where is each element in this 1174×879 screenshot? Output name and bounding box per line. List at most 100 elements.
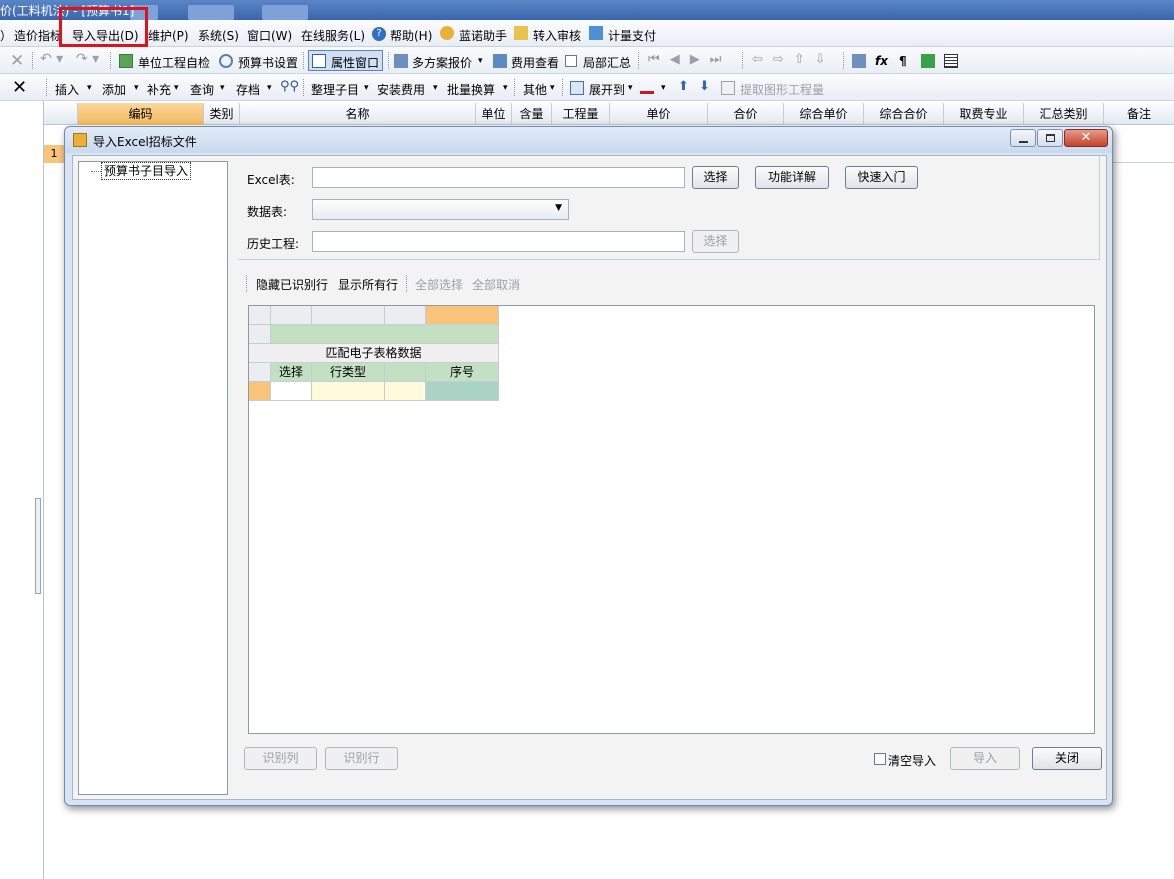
add-menu[interactable]: 添加 xyxy=(102,81,126,98)
col-composite-unit-price[interactable]: 综合单价 xyxy=(784,103,864,125)
arrow-up-icon[interactable]: ⬆ xyxy=(678,79,689,94)
col-name[interactable]: 名称 xyxy=(240,103,476,125)
supplement-menu[interactable]: 补充 xyxy=(147,81,171,98)
sheet-label: 数据表: xyxy=(247,205,288,219)
binoculars-icon[interactable]: ⚲⚲ xyxy=(280,79,299,94)
grid-title: 匹配电子表格数据 xyxy=(249,344,499,363)
cell-blank[interactable] xyxy=(385,382,426,401)
col-unit[interactable]: 单位 xyxy=(476,103,512,125)
batch-convert-menu[interactable]: 批量换算 xyxy=(447,81,495,98)
fee-view-button[interactable]: 费用查看 xyxy=(511,54,559,71)
dialog-title-bar[interactable]: 导入Excel招标文件 ✕ xyxy=(65,127,1112,153)
menu-item-assistant[interactable]: 蓝诺助手 xyxy=(459,27,507,44)
audit-icon xyxy=(514,26,528,40)
formula-icon[interactable]: fx xyxy=(875,54,888,68)
col-row-type[interactable]: 行类型 xyxy=(312,363,385,382)
col-fee-specialty[interactable]: 取费专业 xyxy=(944,103,1024,125)
select-all-button[interactable]: 全部选择 xyxy=(415,276,463,293)
menu-item-system[interactable]: 系统(S) xyxy=(198,27,239,44)
history-select-button[interactable]: 选择 xyxy=(692,230,739,253)
quick-start-button[interactable]: 快速入门 xyxy=(845,166,918,189)
maximize-button[interactable] xyxy=(1037,129,1063,147)
cube-icon[interactable] xyxy=(921,54,935,68)
calculator-icon[interactable] xyxy=(852,54,866,68)
close-icon[interactable]: ✕ xyxy=(12,77,27,98)
tree-expand-icon xyxy=(570,81,584,95)
unit-self-check-button[interactable]: 单位工程自检 xyxy=(138,54,210,71)
cell-serial[interactable] xyxy=(426,382,499,401)
menu-item-measure-pay[interactable]: 计量支付 xyxy=(608,27,656,44)
minimize-button[interactable] xyxy=(1010,129,1036,147)
feature-details-button[interactable]: 功能详解 xyxy=(755,166,829,189)
col-type[interactable]: 类别 xyxy=(204,103,240,125)
col-summary-category[interactable]: 汇总类别 xyxy=(1024,103,1104,125)
import-button[interactable]: 导入 xyxy=(950,747,1020,770)
partial-summary-checkbox[interactable] xyxy=(565,55,577,67)
deselect-all-button[interactable]: 全部取消 xyxy=(472,276,520,293)
recognize-column-button[interactable]: 识别列 xyxy=(244,747,317,770)
col-remarks[interactable]: 备注 xyxy=(1104,103,1174,125)
nav-arrows-icon[interactable]: ⏮◀▶⏭ xyxy=(648,52,731,67)
gear-icon xyxy=(219,54,233,68)
tree-line xyxy=(91,171,101,172)
menu-item-audit[interactable]: 转入审核 xyxy=(533,27,581,44)
dialog-close-button[interactable]: 关闭 xyxy=(1032,747,1102,770)
grid-toolbar: 隐藏已识别行 显示所有行 全部选择 全部取消 xyxy=(243,271,523,295)
col-unit-price[interactable]: 单价 xyxy=(610,103,708,125)
row-indicator[interactable] xyxy=(249,382,271,401)
close-button[interactable]: ✕ xyxy=(1064,129,1108,147)
splitter-handle[interactable] xyxy=(35,498,41,594)
move-arrows-icon[interactable]: ⇦⇨⇧⇩ xyxy=(752,52,836,67)
tree-item-budget-import[interactable]: 预算书子目导入 xyxy=(101,162,192,180)
clear-import-label: 清空导入 xyxy=(888,754,937,768)
clear-import-checkbox[interactable] xyxy=(874,753,886,765)
delete-icon[interactable]: ✕ xyxy=(10,51,24,71)
archive-menu[interactable]: 存档 xyxy=(236,81,260,98)
maximize-icon xyxy=(1046,134,1055,142)
fill-color-icon[interactable] xyxy=(640,80,654,94)
cell-row-type[interactable] xyxy=(312,382,385,401)
menu-item-paren[interactable]: ） xyxy=(0,27,12,44)
col-quantity[interactable]: 工程量 xyxy=(552,103,610,125)
menu-item-online[interactable]: 在线服务(L) xyxy=(301,27,365,44)
budget-settings-button[interactable]: 预算书设置 xyxy=(238,54,298,71)
menu-item-window[interactable]: 窗口(W) xyxy=(247,27,292,44)
menu-item-help[interactable]: 帮助(H) xyxy=(390,27,432,44)
chevron-down-icon[interactable]: ▾ xyxy=(478,56,483,66)
query-menu[interactable]: 查询 xyxy=(190,81,214,98)
menu-item-cost-index[interactable]: 造价指标 xyxy=(14,27,62,44)
fee-view-icon xyxy=(493,54,507,68)
help-icon: ? xyxy=(372,27,386,41)
excel-file-input[interactable] xyxy=(312,167,685,188)
arrow-down-icon[interactable]: ⬇ xyxy=(699,79,710,94)
col-select[interactable]: 选择 xyxy=(271,363,312,382)
excel-select-button[interactable]: 选择 xyxy=(692,166,739,189)
install-fee-button[interactable]: 安装费用 xyxy=(377,81,425,98)
list-icon[interactable] xyxy=(944,54,958,68)
property-window-label: 属性窗口 xyxy=(331,56,380,70)
history-label: 历史工程: xyxy=(247,237,300,251)
pilcrow-icon[interactable]: ¶ xyxy=(899,54,907,68)
col-composite-total[interactable]: 综合合价 xyxy=(864,103,944,125)
recognize-row-button[interactable]: 识别行 xyxy=(325,747,398,770)
other-menu[interactable]: 其他 xyxy=(523,81,547,98)
expand-to-menu[interactable]: 展开到 xyxy=(589,81,625,98)
window-icon xyxy=(312,54,326,68)
insert-menu[interactable]: 插入 xyxy=(55,81,79,98)
sheet-select[interactable]: ▼ xyxy=(312,199,569,220)
col-blank[interactable] xyxy=(385,363,426,382)
col-serial[interactable]: 序号 xyxy=(426,363,499,382)
hide-recognized-button[interactable]: 隐藏已识别行 xyxy=(256,276,328,293)
extract-quantity-button[interactable]: 提取图形工程量 xyxy=(740,81,824,98)
show-all-button[interactable]: 显示所有行 xyxy=(338,276,398,293)
organize-items-menu[interactable]: 整理子目 xyxy=(311,81,359,98)
history-project-input[interactable] xyxy=(312,231,685,252)
col-code[interactable]: 编码 xyxy=(78,103,204,125)
redo-icon[interactable]: ↷ ▾ xyxy=(76,51,99,67)
col-content[interactable]: 含量 xyxy=(512,103,552,125)
menu-item-maintain[interactable]: 维护(P) xyxy=(148,27,189,44)
multi-plan-quote-button[interactable]: 多方案报价 xyxy=(412,54,472,71)
undo-icon[interactable]: ↶ ▾ xyxy=(40,51,63,67)
cell-select[interactable] xyxy=(271,382,312,401)
col-total[interactable]: 合价 xyxy=(708,103,784,125)
